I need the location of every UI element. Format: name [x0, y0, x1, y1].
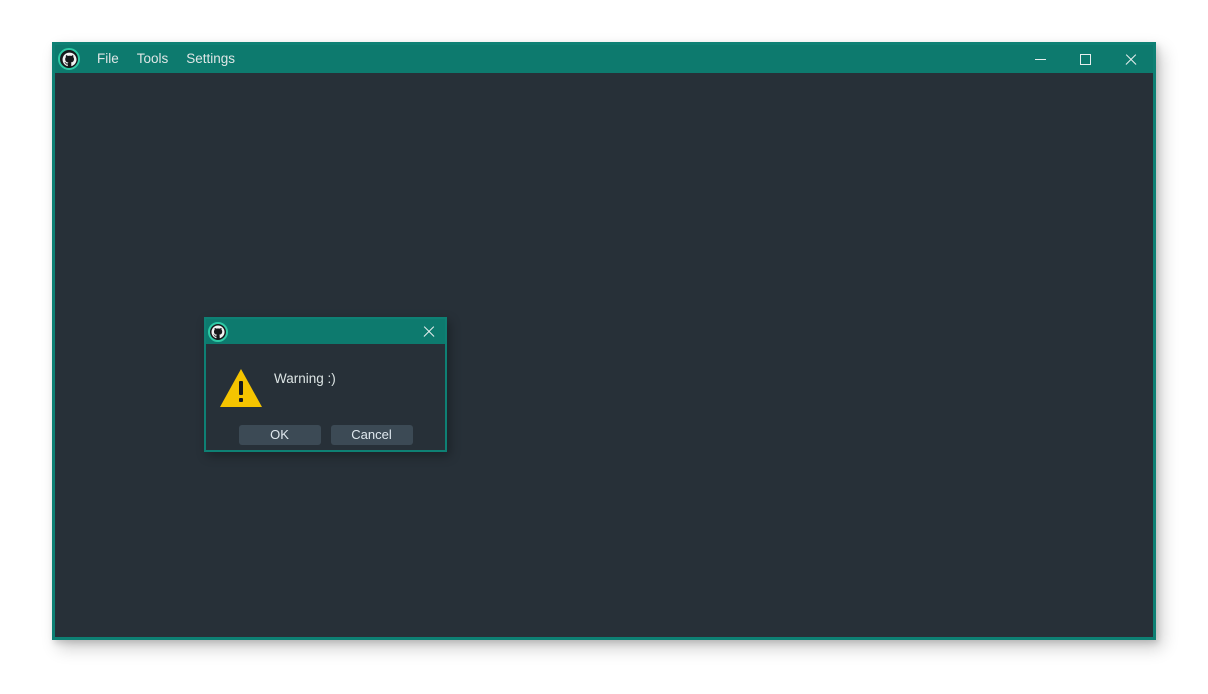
minimize-icon — [1035, 59, 1046, 60]
octocat-logo-icon — [208, 322, 228, 342]
application-window: File Tools Settings — [52, 42, 1156, 640]
dialog-body: Warning :) OK Cancel — [206, 344, 445, 450]
window-controls — [1018, 45, 1153, 73]
ok-button[interactable]: OK — [239, 425, 321, 445]
maximize-button[interactable] — [1063, 45, 1108, 73]
menu-item-tools[interactable]: Tools — [128, 45, 178, 73]
minimize-button[interactable] — [1018, 45, 1063, 73]
octocat-logo-icon — [58, 48, 80, 70]
dialog-close-button[interactable] — [411, 319, 445, 344]
window-client-area: Warning :) OK Cancel — [55, 73, 1153, 637]
menu-item-file[interactable]: File — [88, 45, 128, 73]
close-window-button[interactable] — [1108, 45, 1153, 73]
screen: File Tools Settings — [0, 0, 1208, 694]
warning-dialog: Warning :) OK Cancel — [204, 317, 447, 452]
cancel-button[interactable]: Cancel — [331, 425, 413, 445]
menubar: File Tools Settings — [88, 45, 244, 73]
close-icon — [1124, 53, 1137, 66]
menu-item-settings[interactable]: Settings — [177, 45, 244, 73]
window-titlebar[interactable]: File Tools Settings — [55, 45, 1153, 73]
dialog-titlebar[interactable] — [206, 319, 445, 344]
maximize-icon — [1080, 54, 1091, 65]
dialog-message-text: Warning :) — [274, 370, 336, 388]
close-icon — [422, 325, 435, 338]
warning-triangle-icon — [219, 368, 263, 408]
dialog-button-row: OK Cancel — [206, 425, 445, 445]
